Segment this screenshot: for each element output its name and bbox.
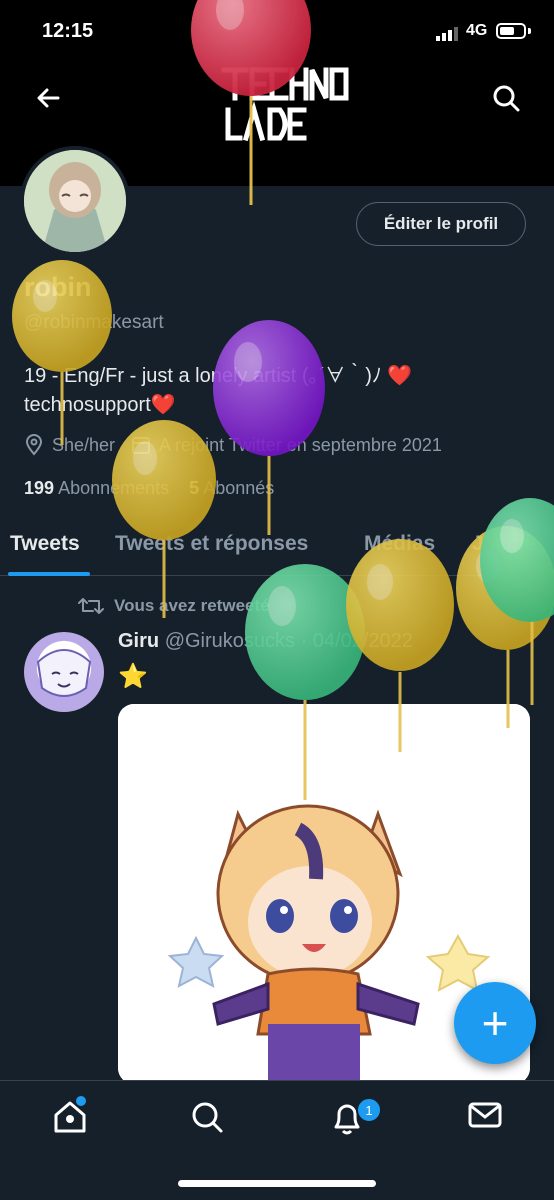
tweet-author-avatar[interactable]	[24, 632, 104, 712]
followers-link[interactable]: 5 Abonnés	[189, 478, 274, 498]
pronouns: She/her	[52, 434, 116, 455]
tweet-header: Giru @Girukosucks · 04/02/2022	[118, 630, 413, 653]
avatar-illustration	[24, 150, 126, 252]
notification-badge: 1	[356, 1097, 382, 1123]
followers-label: Abonnés	[203, 478, 275, 498]
messages-icon[interactable]	[467, 1100, 503, 1130]
calendar-icon	[132, 437, 151, 454]
retweet-indicator: Vous avez retweeté	[78, 596, 270, 616]
tab-tweets-replies[interactable]: Tweets et réponses	[115, 532, 308, 556]
location-icon	[25, 434, 43, 456]
battery-icon	[496, 23, 526, 39]
retweet-label: Vous avez retweeté	[114, 596, 270, 615]
edit-profile-button[interactable]: Éditer le profil	[356, 202, 526, 246]
avatar[interactable]	[24, 150, 126, 252]
following-link[interactable]: 199 Abonnements	[24, 478, 169, 498]
following-count: 199	[24, 478, 55, 498]
signal-icon	[436, 27, 458, 41]
tweet-date: · 04/02/2022	[300, 630, 413, 652]
profile-handle: @robinmakesart	[24, 312, 164, 333]
profile-tabs: Tweets Tweets et réponses Médias J'aime	[0, 520, 554, 576]
follow-stats: 199 Abonnements 5 Abonnés	[24, 478, 274, 499]
profile-meta: She/her A rejoint Twitter en septembre 2…	[24, 434, 442, 456]
followers-count: 5	[189, 478, 200, 498]
tab-tweets[interactable]: Tweets	[10, 532, 80, 556]
technoblade-logo	[221, 67, 349, 142]
battery-tip	[528, 28, 531, 34]
tweet-author-name[interactable]: Giru	[118, 630, 159, 652]
tweet-text: ⭐	[118, 663, 148, 690]
tab-likes[interactable]: J'aime	[472, 532, 537, 556]
network-label: 4G	[466, 22, 488, 39]
compose-tweet-button[interactable]: +	[454, 982, 536, 1064]
profile-bio: 19 - Eng/Fr - just a lonely artist (｡´∀｀…	[24, 362, 524, 420]
following-label: Abonnements	[58, 478, 170, 498]
search-icon[interactable]	[190, 1100, 224, 1134]
tweet-avatar-illustration	[36, 649, 92, 697]
bio-line-1: 19 - Eng/Fr - just a lonely artist (｡´∀｀…	[24, 365, 413, 387]
tweet-author-handle[interactable]: @Girukosucks	[165, 630, 295, 652]
balloon-purple	[213, 320, 325, 535]
active-tab-indicator	[8, 572, 90, 576]
status-time: 12:15	[42, 20, 94, 42]
retweet-icon	[78, 598, 104, 614]
tab-media[interactable]: Médias	[364, 532, 435, 556]
home-indicator	[178, 1180, 376, 1187]
search-icon[interactable]	[490, 82, 522, 114]
home-unread-dot	[76, 1096, 86, 1106]
bio-line-2: technosupport❤️	[24, 394, 176, 416]
profile-name: robin	[24, 272, 92, 302]
joined-date: A rejoint Twitter en septembre 2021	[159, 434, 442, 455]
back-arrow-icon[interactable]	[30, 84, 66, 112]
